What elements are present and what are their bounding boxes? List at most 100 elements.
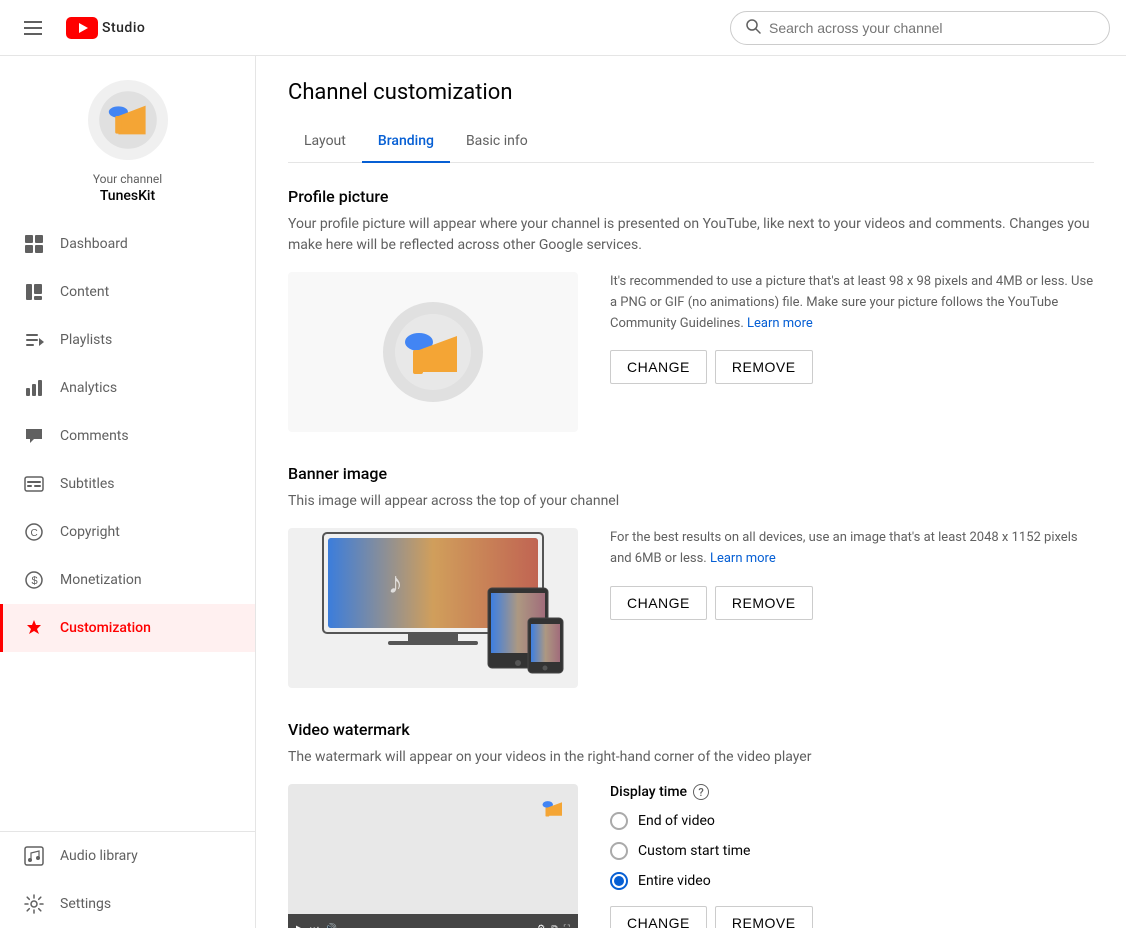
profile-picture-change-button[interactable]: CHANGE bbox=[610, 350, 707, 384]
sidebar-item-label: Settings bbox=[60, 896, 111, 912]
profile-picture-desc: Your profile picture will appear where y… bbox=[288, 214, 1094, 256]
volume-icon[interactable]: 🔊 bbox=[325, 924, 337, 928]
topbar: Studio bbox=[0, 0, 1126, 56]
comments-icon bbox=[24, 426, 44, 446]
channel-label: Your channel bbox=[93, 172, 162, 186]
sidebar-item-playlists[interactable]: Playlists bbox=[0, 316, 255, 364]
copyright-icon: C bbox=[24, 522, 44, 542]
settings-icon bbox=[24, 894, 44, 914]
sidebar-item-label: Content bbox=[60, 284, 109, 300]
display-time-radio-group: End of video Custom start time Entire vi… bbox=[610, 812, 1094, 890]
app-name: Studio bbox=[102, 20, 145, 36]
watermark-change-button[interactable]: CHANGE bbox=[610, 906, 707, 928]
menu-button[interactable] bbox=[16, 13, 50, 43]
profile-picture-learn-more[interactable]: Learn more bbox=[747, 316, 813, 331]
search-icon bbox=[745, 18, 761, 38]
watermark-actions: CHANGE REMOVE bbox=[610, 906, 1094, 928]
monetization-icon: $ bbox=[24, 570, 44, 590]
radio-end-of-video[interactable]: End of video bbox=[610, 812, 1094, 830]
sidebar-item-customization[interactable]: Customization bbox=[0, 604, 255, 652]
sidebar-item-audio-library[interactable]: Audio library bbox=[0, 832, 255, 880]
video-controls-bar: ▶ ⏭ 🔊 ⚙ ⧉ ⛶ bbox=[288, 914, 578, 928]
video-watermark-title: Video watermark bbox=[288, 720, 1094, 739]
miniplayer-icon[interactable]: ⧉ bbox=[551, 924, 557, 928]
sidebar-item-label: Subtitles bbox=[60, 476, 115, 492]
radio-circle-entire-video[interactable] bbox=[610, 872, 628, 890]
fullscreen-icon[interactable]: ⛶ bbox=[564, 924, 570, 928]
search-input[interactable] bbox=[769, 20, 1095, 36]
sidebar-bottom: Audio library Settings bbox=[0, 831, 255, 928]
banner-image-controls: For the best results on all devices, use… bbox=[610, 528, 1094, 620]
skip-icon[interactable]: ⏭ bbox=[310, 924, 319, 928]
customization-icon bbox=[24, 618, 44, 638]
banner-image-actions: CHANGE REMOVE bbox=[610, 586, 1094, 620]
banner-image-title: Banner image bbox=[288, 464, 1094, 483]
banner-change-button[interactable]: CHANGE bbox=[610, 586, 707, 620]
profile-picture-title: Profile picture bbox=[288, 187, 1094, 206]
settings-ctrl-icon[interactable]: ⚙ bbox=[537, 924, 545, 928]
tab-basic-info[interactable]: Basic info bbox=[450, 121, 544, 163]
page-title: Channel customization bbox=[288, 80, 1094, 105]
banner-learn-more[interactable]: Learn more bbox=[710, 551, 776, 566]
profile-picture-image bbox=[288, 272, 578, 432]
profile-picture-actions: CHANGE REMOVE bbox=[610, 350, 1094, 384]
radio-circle-custom[interactable] bbox=[610, 842, 628, 860]
avatar[interactable] bbox=[88, 80, 168, 160]
content-area: Channel customization Layout Branding Ba… bbox=[256, 56, 1126, 928]
sidebar-item-label: Dashboard bbox=[60, 236, 128, 252]
svg-text:$: $ bbox=[32, 575, 38, 587]
svg-text:C: C bbox=[31, 528, 38, 539]
sidebar-item-label: Monetization bbox=[60, 572, 142, 588]
sidebar-item-label: Customization bbox=[60, 620, 151, 636]
radio-circle-end-of-video[interactable] bbox=[610, 812, 628, 830]
sidebar-item-label: Comments bbox=[60, 428, 129, 444]
profile-tk-logo bbox=[393, 312, 473, 392]
video-watermark-desc: The watermark will appear on your videos… bbox=[288, 747, 1094, 768]
watermark-preview: ▶ ⏭ 🔊 ⚙ ⧉ ⛶ bbox=[288, 784, 578, 928]
banner-image-recommendation: For the best results on all devices, use… bbox=[610, 528, 1094, 570]
subtitles-icon bbox=[24, 474, 44, 494]
sidebar-item-copyright[interactable]: C Copyright bbox=[0, 508, 255, 556]
sidebar-item-content[interactable]: Content bbox=[0, 268, 255, 316]
svg-text:♪: ♪ bbox=[388, 566, 403, 601]
radio-entire-video[interactable]: Entire video bbox=[610, 872, 1094, 890]
radio-custom-start-time[interactable]: Custom start time bbox=[610, 842, 1094, 860]
play-icon[interactable]: ▶ bbox=[296, 924, 304, 928]
audio-library-icon bbox=[24, 846, 44, 866]
profile-picture-remove-button[interactable]: REMOVE bbox=[715, 350, 813, 384]
tab-branding[interactable]: Branding bbox=[362, 121, 450, 163]
section-video-watermark: Video watermark The watermark will appea… bbox=[288, 720, 1094, 928]
profile-picture-controls: It's recommended to use a picture that's… bbox=[610, 272, 1094, 384]
main-layout: Your channel TunesKit Dashboard bbox=[0, 56, 1126, 928]
sidebar-item-label: Playlists bbox=[60, 332, 112, 348]
sidebar-item-label: Analytics bbox=[60, 380, 117, 396]
banner-remove-button[interactable]: REMOVE bbox=[715, 586, 813, 620]
watermark-remove-button[interactable]: REMOVE bbox=[715, 906, 813, 928]
sidebar-item-comments[interactable]: Comments bbox=[0, 412, 255, 460]
sidebar-nav: Dashboard Content bbox=[0, 220, 255, 652]
channel-info: Your channel TunesKit bbox=[0, 56, 255, 220]
sidebar-item-analytics[interactable]: Analytics bbox=[0, 364, 255, 412]
search-bar[interactable] bbox=[730, 11, 1110, 45]
banner-image-preview: ♪ bbox=[288, 528, 578, 688]
playlists-icon bbox=[24, 330, 44, 350]
sidebar-item-monetization[interactable]: $ Monetization bbox=[0, 556, 255, 604]
sidebar-item-label: Copyright bbox=[60, 524, 120, 540]
profile-circle bbox=[383, 302, 483, 402]
logo: Studio bbox=[66, 17, 145, 39]
analytics-icon bbox=[24, 378, 44, 398]
display-time-label: Display time ? bbox=[610, 784, 1094, 800]
banner-preview-icon: ♪ bbox=[288, 528, 578, 688]
sidebar-item-settings[interactable]: Settings bbox=[0, 880, 255, 928]
sidebar-item-subtitles[interactable]: Subtitles bbox=[0, 460, 255, 508]
display-time-help-icon[interactable]: ? bbox=[693, 784, 709, 800]
channel-avatar-icon bbox=[96, 88, 160, 152]
tab-layout[interactable]: Layout bbox=[288, 121, 362, 163]
section-profile-picture: Profile picture Your profile picture wil… bbox=[288, 187, 1094, 432]
banner-image-desc: This image will appear across the top of… bbox=[288, 491, 1094, 512]
content-icon bbox=[24, 282, 44, 302]
tabs: Layout Branding Basic info bbox=[288, 121, 1094, 163]
youtube-icon bbox=[66, 17, 98, 39]
sidebar-item-dashboard[interactable]: Dashboard bbox=[0, 220, 255, 268]
dashboard-icon bbox=[24, 234, 44, 254]
